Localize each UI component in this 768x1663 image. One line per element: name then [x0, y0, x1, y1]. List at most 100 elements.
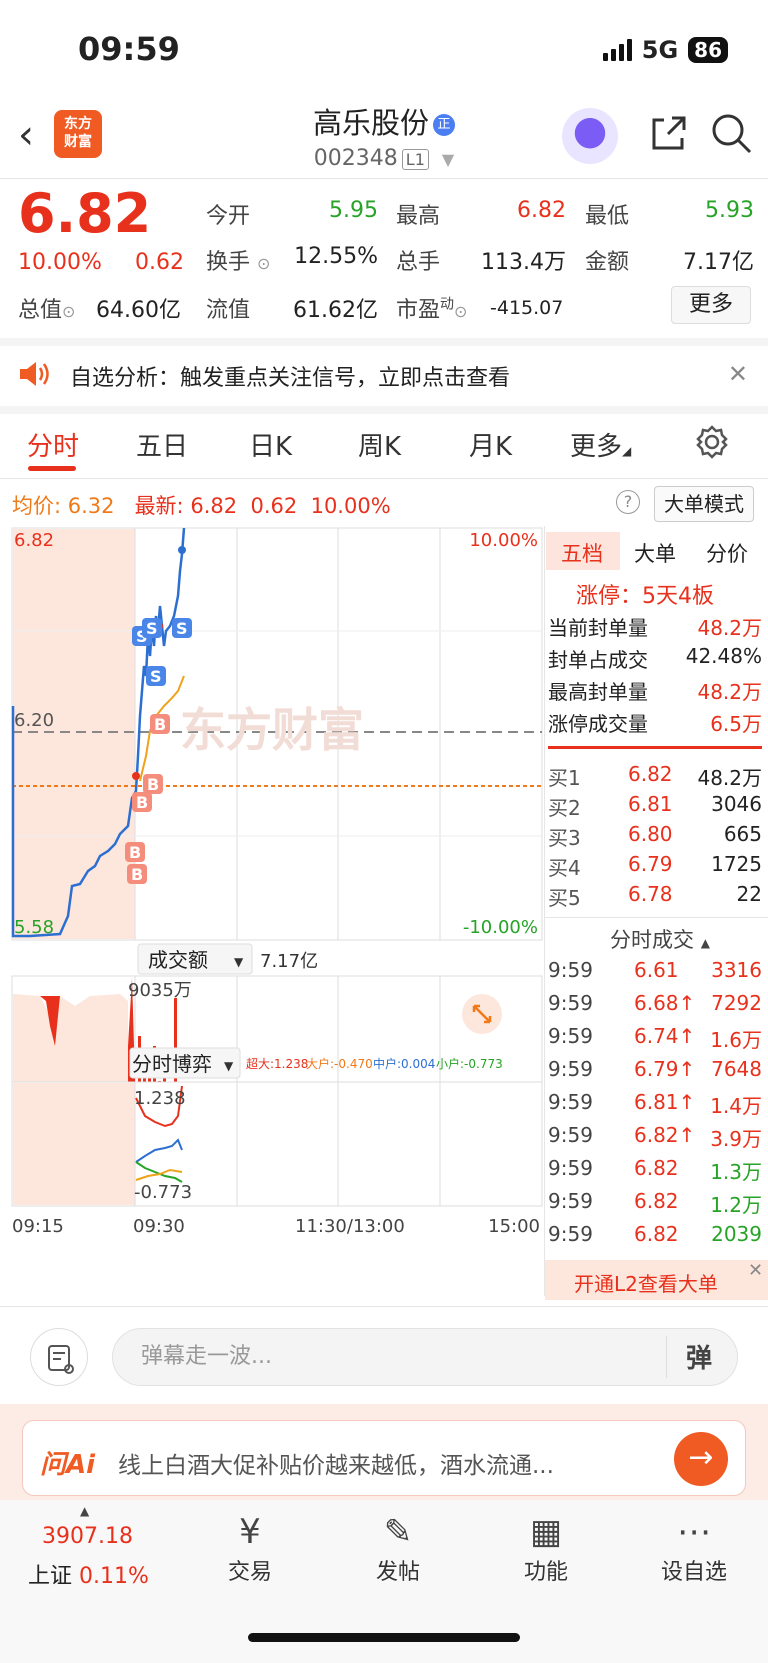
- tick-price: 6.79↑: [634, 1057, 696, 1081]
- notice-text[interactable]: 自选分析：触发重点关注信号，立即点击查看: [70, 360, 510, 392]
- game-legend: 超大:1.238 大户:-0.470 中户:0.004 小户:-0.773: [246, 1056, 503, 1071]
- search-icon[interactable]: [710, 112, 752, 158]
- home-indicator: [248, 1633, 520, 1642]
- panel-tab-bigorder[interactable]: 大单: [634, 538, 676, 568]
- ai-prompt-text[interactable]: 线上白酒大促补贴价越来越低，酒水流通...: [118, 1446, 554, 1480]
- zheng-badge-icon: 正: [433, 114, 455, 136]
- tick-price: 6.81↑: [634, 1090, 696, 1114]
- tick-volume: 3316: [711, 958, 762, 982]
- intraday-chart[interactable]: 东方财富 B B B B B S S S S 6.82 10.00% 6.20 …: [0, 526, 545, 1306]
- seal-row: 涨停成交量 6.5万: [548, 712, 762, 736]
- top-price-label: 6.82: [14, 530, 54, 551]
- tick-time: 9:59: [548, 1057, 593, 1081]
- bid-row: 买2 6.81 3046: [548, 792, 762, 821]
- tick-row: 9:59 6.82 1.3万: [548, 1156, 762, 1185]
- caret-up-icon: ▲: [80, 1504, 90, 1518]
- time-label-close: 15:00: [488, 1216, 540, 1237]
- svg-text:B: B: [147, 775, 159, 794]
- signal-icon: [602, 39, 632, 61]
- turnover-label: 换手 ⊙: [206, 250, 271, 275]
- tab-intraday[interactable]: 分时: [27, 426, 79, 463]
- network-label: 5G: [641, 36, 679, 64]
- bid-price: 6.79: [628, 852, 673, 876]
- current-price: 6.82: [18, 182, 152, 245]
- mcap-value: 64.60亿: [96, 298, 181, 323]
- volume-label: 总手: [396, 250, 441, 275]
- tick-price: 6.82: [634, 1156, 679, 1180]
- seal-row: 当前封单量 48.2万: [548, 616, 762, 640]
- more-button[interactable]: 更多: [671, 286, 751, 324]
- tab-five-day[interactable]: 五日: [136, 426, 188, 463]
- svg-text:B: B: [131, 865, 143, 884]
- bottom-price-label: 5.58: [14, 917, 54, 938]
- bid-label: 买2: [548, 796, 581, 820]
- index-row[interactable]: 上证 0.11%: [28, 1558, 149, 1590]
- tick-price: 6.82: [634, 1222, 679, 1246]
- tick-row: 9:59 6.81↑ 1.4万: [548, 1090, 762, 1119]
- nav-trade[interactable]: ¥ 交易: [190, 1512, 310, 1586]
- tab-weekly-k[interactable]: 周K: [358, 426, 401, 463]
- game-selector[interactable]: 分时博弈: [132, 1052, 212, 1076]
- tick-time: 9:59: [548, 1156, 593, 1180]
- more-dots-icon: ⋯: [677, 1512, 711, 1552]
- robot-assistant-icon[interactable]: [562, 108, 618, 164]
- yen-exchange-icon: ¥: [239, 1512, 261, 1552]
- close-icon[interactable]: ✕: [728, 360, 748, 388]
- danmu-list-icon[interactable]: [30, 1328, 88, 1386]
- ticks-title[interactable]: 分时成交 ▲: [610, 924, 710, 954]
- bid-row: 买4 6.79 1725: [548, 852, 762, 881]
- tick-row: 9:59 6.74↑ 1.6万: [548, 1024, 762, 1053]
- bid-price: 6.81: [628, 792, 673, 816]
- bid-price: 6.80: [628, 822, 673, 846]
- index-value[interactable]: 3907.18: [42, 1524, 133, 1549]
- pe-value: -415.07: [490, 297, 564, 319]
- high-label: 最高: [396, 204, 441, 229]
- game-legend-item: 小户:-0.773: [436, 1056, 503, 1071]
- l2-banner[interactable]: 开通L2查看大单: [574, 1268, 718, 1297]
- panel-tab-price[interactable]: 分价: [706, 538, 748, 568]
- bid-volume: 1725: [711, 852, 762, 876]
- tab-monthly-k[interactable]: 月K: [469, 426, 512, 463]
- panel-tab-level5[interactable]: 五档: [561, 538, 603, 568]
- nav-post[interactable]: ✎ 发帖: [338, 1512, 458, 1586]
- nav-functions[interactable]: ▦ 功能: [486, 1512, 606, 1586]
- amount-label: 金额: [585, 250, 630, 275]
- tab-more[interactable]: 更多◢: [570, 426, 631, 463]
- open-value: 5.95: [329, 198, 378, 223]
- game-legend-item: 中户:0.004: [373, 1056, 435, 1071]
- seal-row: 封单占成交 42.48%: [548, 644, 762, 672]
- bid-volume: 665: [723, 822, 762, 846]
- tab-daily-k[interactable]: 日K: [249, 426, 292, 463]
- help-icon[interactable]: ?: [616, 490, 640, 514]
- svg-text:B: B: [136, 793, 148, 812]
- mcap-label: 总值⊙: [18, 298, 76, 323]
- tick-volume: 2039: [711, 1222, 762, 1246]
- bid-price: 6.82: [628, 762, 673, 786]
- game-legend-item: 超大:1.238: [246, 1056, 308, 1071]
- big-order-mode-button[interactable]: 大单模式: [654, 486, 754, 522]
- high-value: 6.82: [517, 198, 566, 223]
- gear-icon[interactable]: [694, 424, 730, 464]
- tick-volume: 7292: [711, 991, 762, 1015]
- bid-volume: 3046: [711, 792, 762, 816]
- svg-text:B: B: [154, 715, 166, 734]
- arrow-right-icon[interactable]: →: [674, 1432, 728, 1486]
- svg-text:S: S: [150, 667, 162, 686]
- bid-label: 买4: [548, 856, 581, 880]
- close-icon[interactable]: ✕: [748, 1260, 763, 1281]
- share-icon[interactable]: [648, 114, 688, 158]
- low-label: 最低: [585, 204, 630, 229]
- mid-price-label: 6.20: [14, 710, 54, 731]
- tick-price: 6.82: [634, 1189, 679, 1213]
- tick-volume: 1.3万: [710, 1160, 762, 1184]
- volume-selector[interactable]: 成交额: [148, 948, 208, 972]
- danmu-toggle-icon[interactable]: 弹: [686, 1338, 712, 1375]
- tick-row: 9:59 6.82 1.2万: [548, 1189, 762, 1218]
- bid-row: 买1 6.82 48.2万: [548, 762, 762, 791]
- tick-time: 9:59: [548, 1090, 593, 1114]
- bid-label: 买1: [548, 766, 581, 790]
- nav-watchlist[interactable]: ⋯ 设自选: [634, 1512, 754, 1586]
- tick-row: 9:59 6.68↑ 7292: [548, 991, 762, 1015]
- pe-label: 市盈动⊙: [396, 296, 468, 323]
- danmu-input[interactable]: 弹幕走一波...: [112, 1328, 738, 1386]
